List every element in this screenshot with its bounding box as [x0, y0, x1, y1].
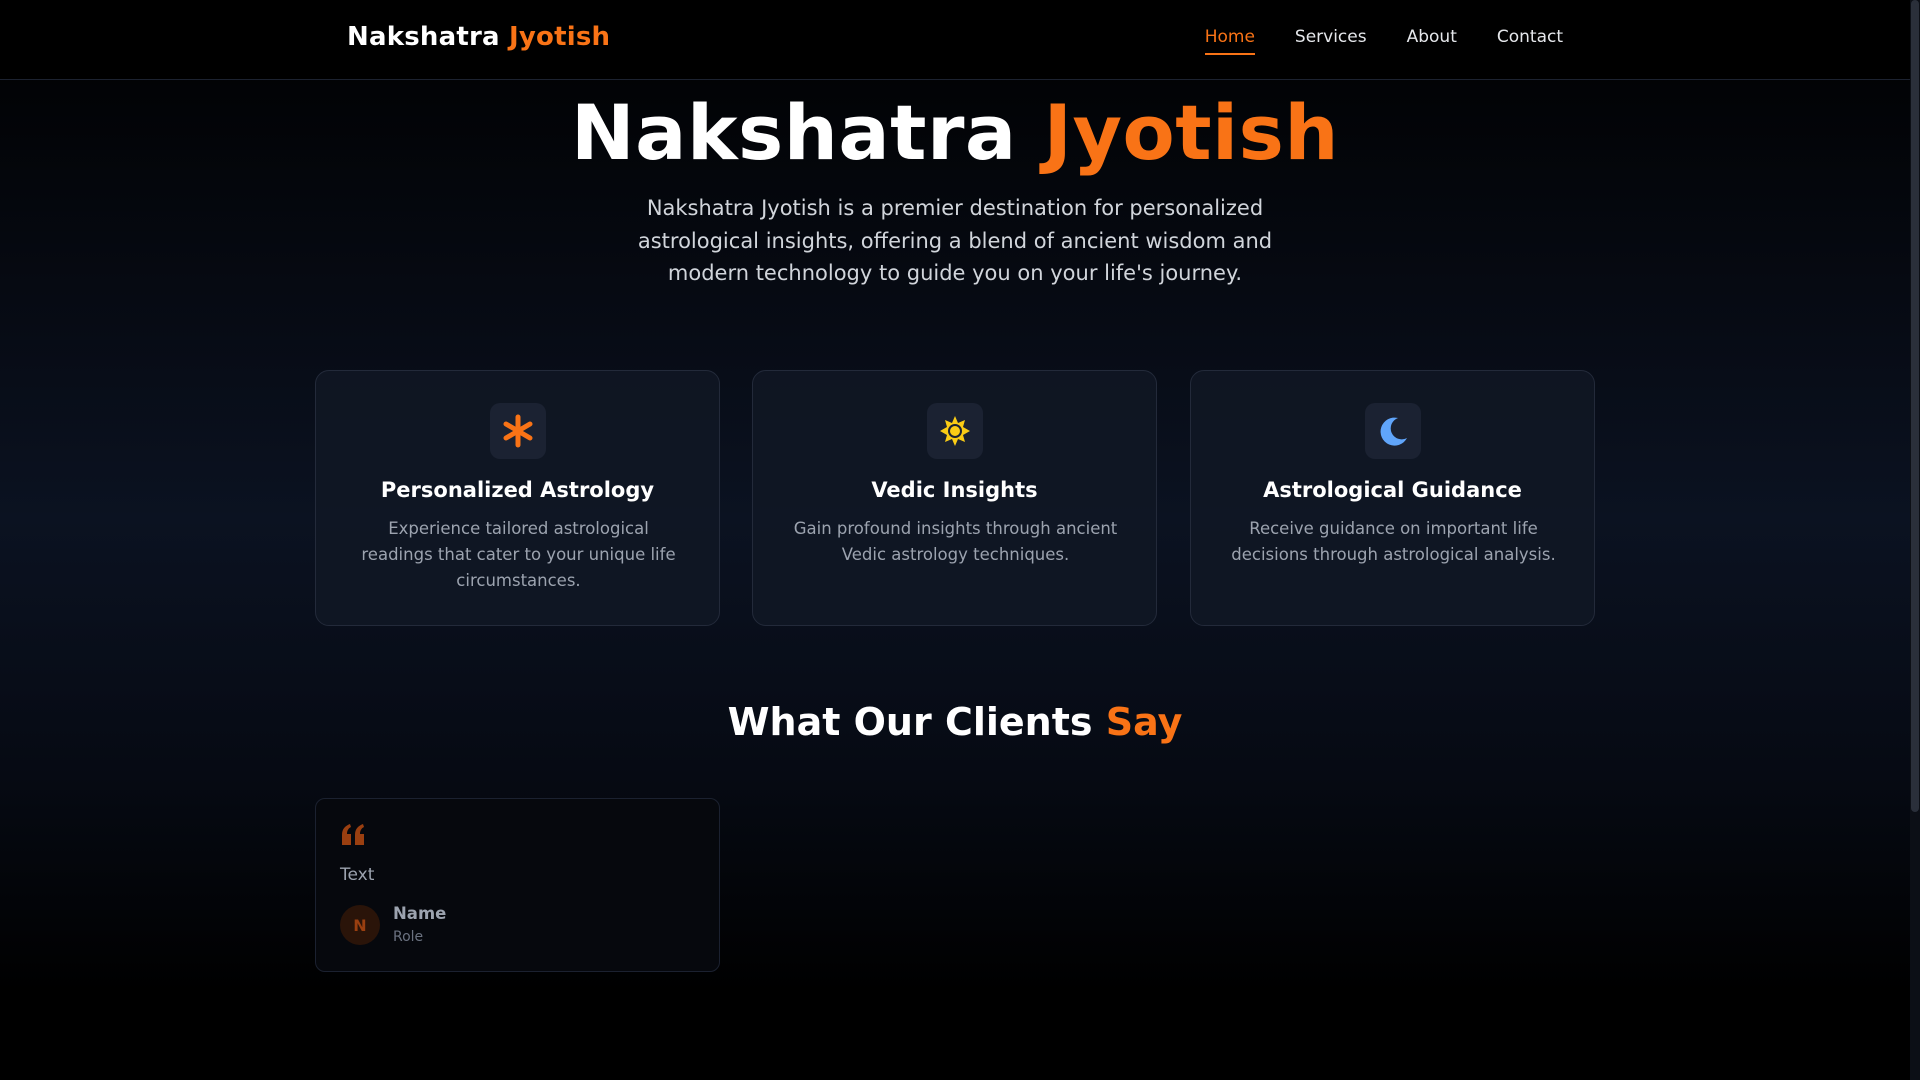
testimonials-title: What Our Clients Say [0, 700, 1910, 744]
feature-text: Receive guidance on important life decis… [1231, 519, 1556, 564]
asterisk-icon [490, 403, 546, 459]
nav-link-contact[interactable]: Contact [1497, 27, 1563, 55]
hero-title-accent: Jyotish [1043, 88, 1339, 177]
feature-title: Personalized Astrology [380, 478, 655, 502]
feature-card-vedic-insights: Vedic Insights Gain profound insights th… [752, 370, 1157, 626]
scrollbar[interactable] [1910, 0, 1920, 1080]
feature-text: Experience tailored astrological reading… [361, 519, 676, 590]
feature-card-astrological-guidance: Astrological Guidance Receive guidance o… [1190, 370, 1595, 626]
feature-text: Gain profound insights through ancient V… [793, 519, 1118, 564]
hero-title-main: Nakshatra [571, 88, 1017, 177]
moon-icon [1365, 403, 1421, 459]
page: Nakshatra Jyotish Home Services About Co… [0, 0, 1920, 1080]
avatar: N [340, 905, 380, 945]
testimonial-card: Text N Name Role [315, 798, 720, 972]
testimonial-text: Text [340, 865, 375, 885]
hero-title: Nakshatra Jyotish [0, 88, 1910, 177]
testimonials-title-main: What Our Clients [727, 700, 1093, 744]
nav-link-about[interactable]: About [1407, 27, 1457, 55]
brand-accent: Jyotish [509, 22, 611, 52]
testimonials-title-accent: Say [1105, 700, 1183, 744]
hero-description: Nakshatra Jyotish is a premier destinati… [637, 196, 1273, 285]
nav-links: Home Services About Contact [1204, 27, 1563, 55]
nav-link-home[interactable]: Home [1204, 27, 1255, 55]
testimonial-role: Role [393, 929, 424, 945]
feature-title: Astrological Guidance [1263, 478, 1522, 502]
sun-icon [927, 403, 983, 459]
navbar: Nakshatra Jyotish Home Services About Co… [0, 0, 1910, 80]
brand-logo[interactable]: Nakshatra Jyotish [347, 22, 610, 52]
quote-icon [340, 823, 366, 851]
feature-title: Vedic Insights [871, 478, 1038, 502]
scrollbar-thumb[interactable] [1911, 0, 1919, 812]
feature-card-personalized-astrology: Personalized Astrology Experience tailor… [315, 370, 720, 626]
testimonial-name: Name [393, 904, 447, 923]
brand-main: Nakshatra [347, 22, 500, 52]
nav-link-services[interactable]: Services [1295, 27, 1367, 55]
